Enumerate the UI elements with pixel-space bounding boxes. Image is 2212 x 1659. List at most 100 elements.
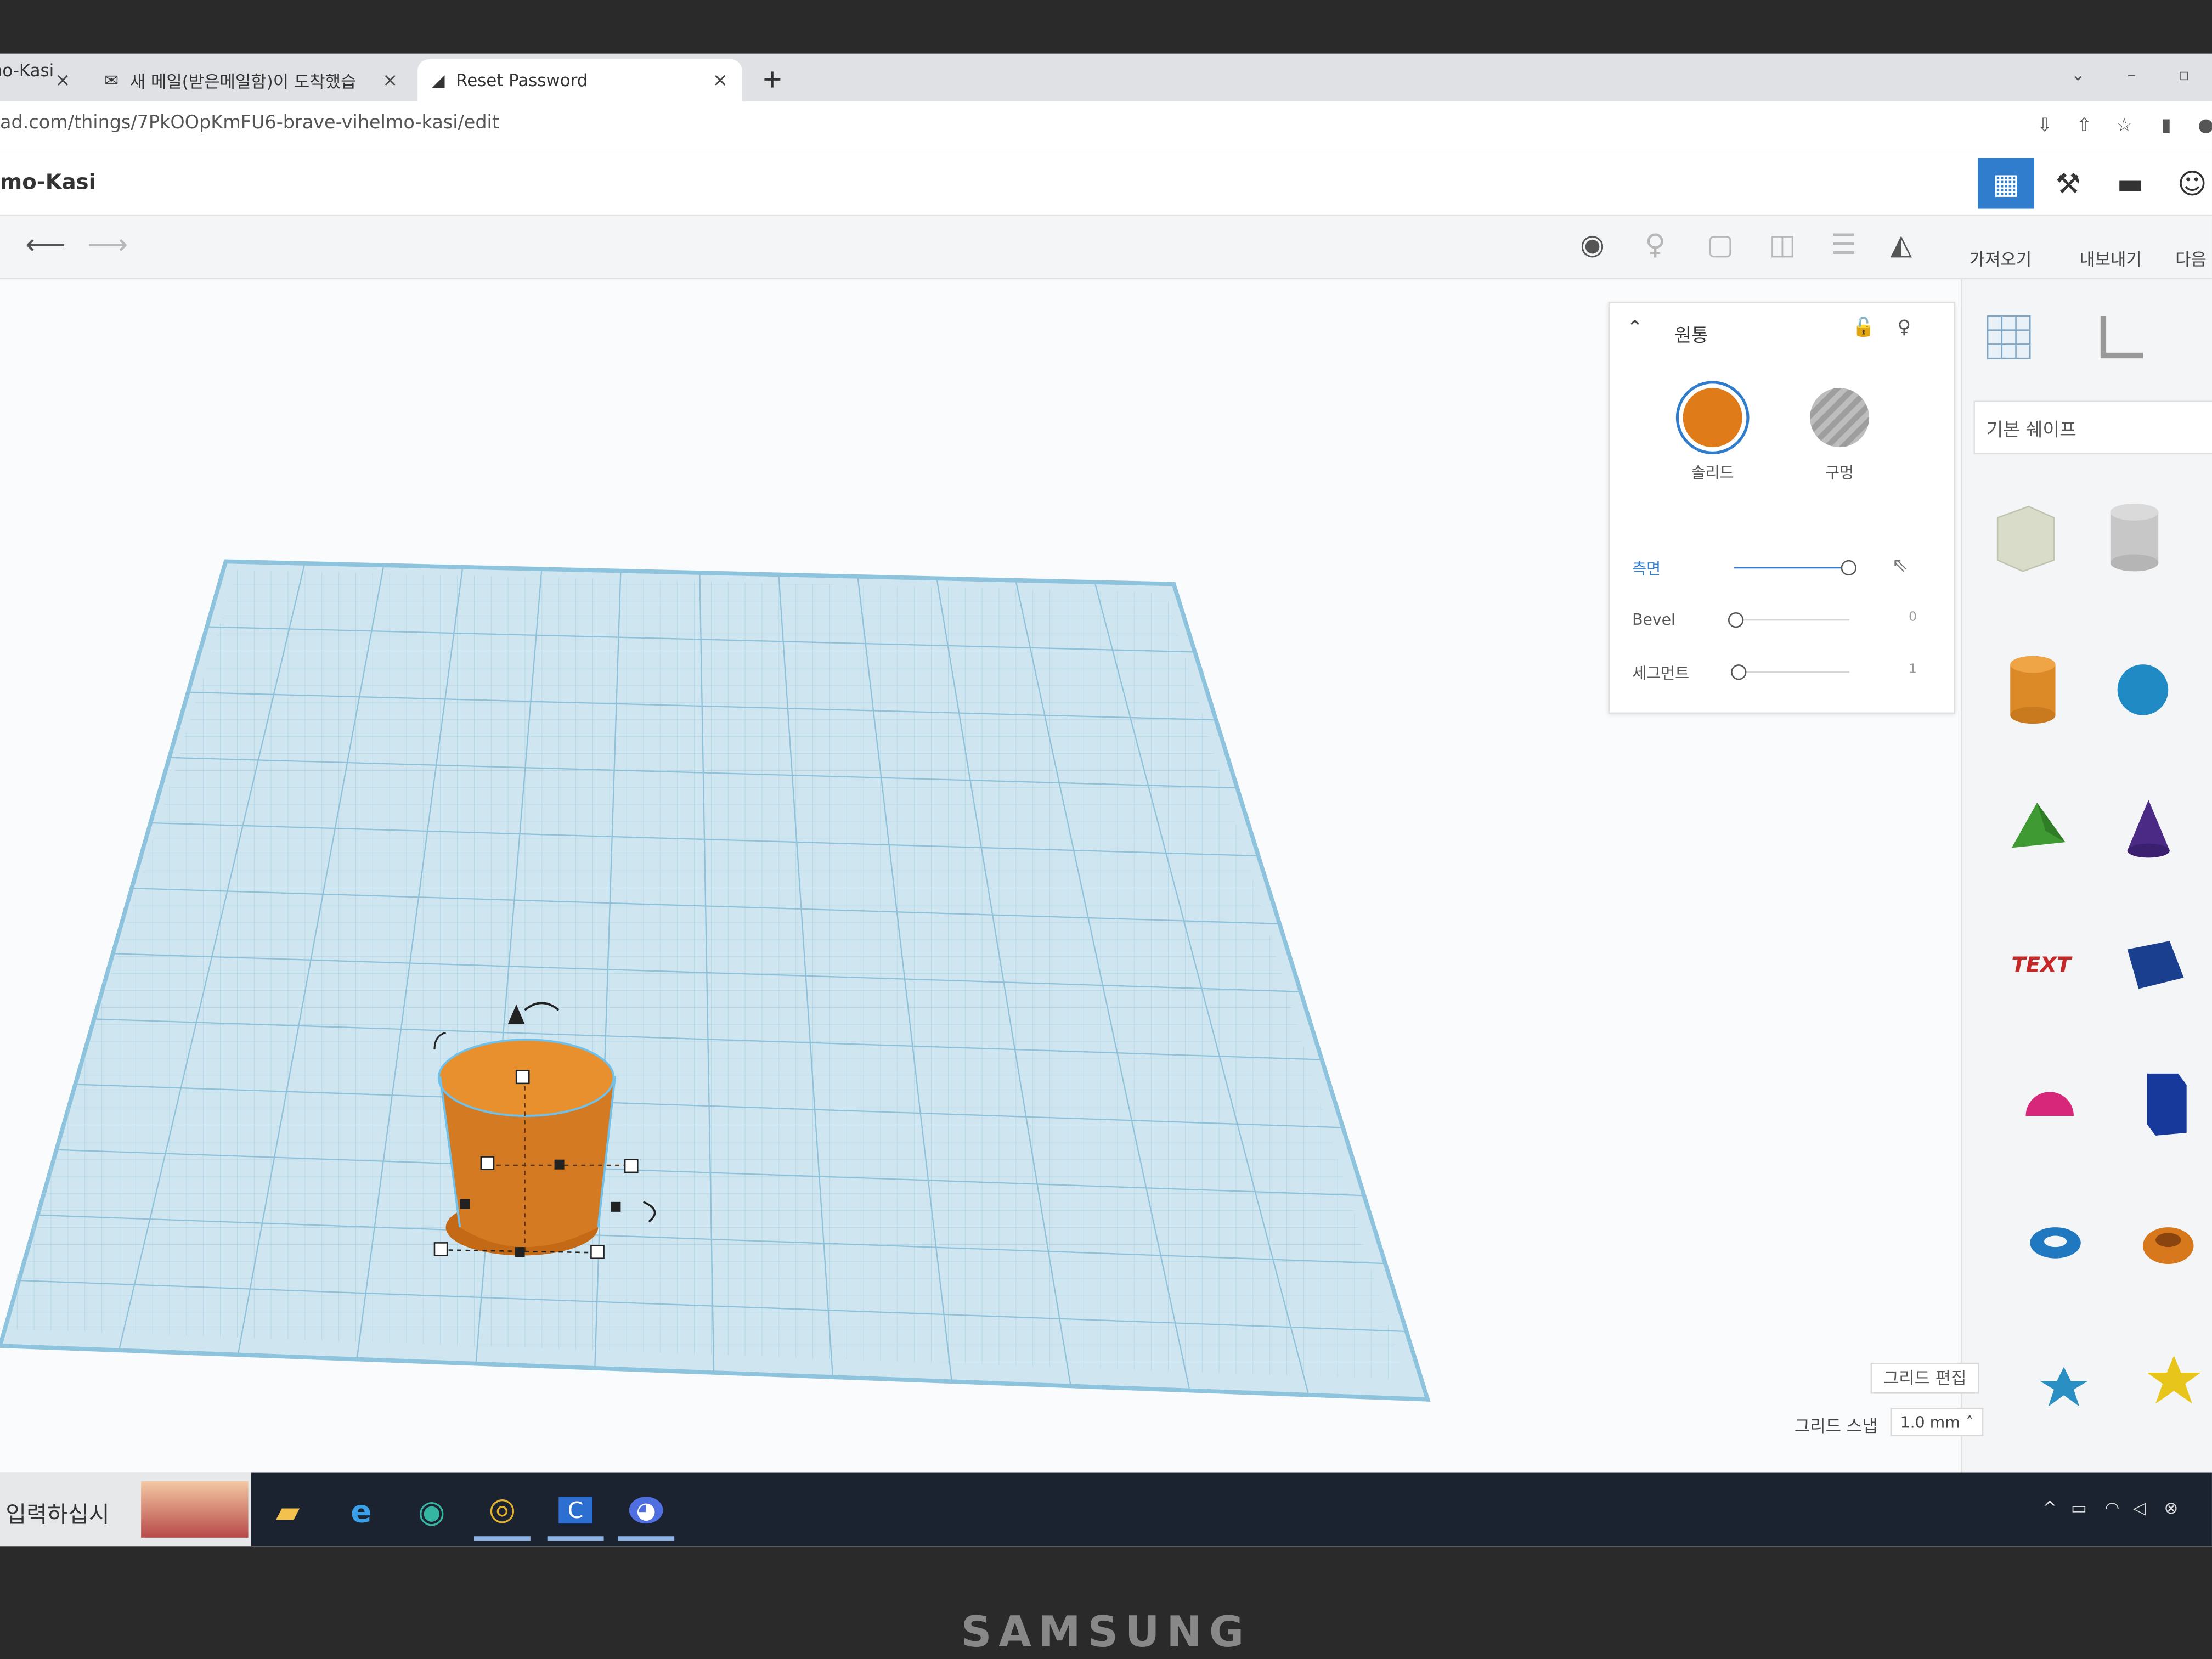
align-icon[interactable]: ☰ (1831, 227, 1857, 261)
wedge-shape[interactable] (2109, 920, 2199, 1011)
import-button[interactable]: 가져오기 (1970, 247, 2032, 271)
sphere-shape[interactable] (2098, 644, 2188, 734)
corner-handle[interactable] (590, 1245, 605, 1259)
cone-shape[interactable] (2103, 782, 2194, 872)
grid-edit-button[interactable]: 그리드 편집 (1870, 1362, 1979, 1394)
taskbar-search[interactable]: 입력하십시 (0, 1472, 251, 1547)
tab-search-icon[interactable]: ⌄ (2071, 65, 2085, 84)
search-placeholder: 입력하십시 (5, 1500, 110, 1528)
yellow-star-shape[interactable] (2129, 1335, 2212, 1425)
cursor-icon: ⇖ (1892, 554, 1909, 577)
grid-view-icon[interactable]: ▦ (1978, 157, 2034, 209)
shape-name: 원통 (1674, 325, 1708, 347)
ungroup-icon[interactable]: ◫ (1769, 227, 1796, 261)
profile-icon[interactable]: ● (2198, 116, 2212, 137)
view-icon[interactable]: ◉ (1580, 227, 1605, 261)
close-icon[interactable]: × (55, 70, 71, 91)
chrome-icon[interactable]: ◎ (473, 1484, 531, 1541)
maximize-icon[interactable]: ▫ (2178, 65, 2190, 84)
tab-label: 새 메일(받은메일함)이 도착했습 (129, 71, 357, 91)
solid-color-swatch[interactable] (1683, 388, 1742, 448)
classting-icon[interactable]: C (547, 1484, 604, 1541)
undo-icon[interactable]: ⟵ (25, 227, 66, 261)
cylinder-shape[interactable] (1988, 644, 2078, 734)
design-title[interactable]: mo-Kasi (0, 170, 96, 195)
user-add-icon[interactable]: ☺ (2164, 158, 2212, 209)
browser-tab-active[interactable]: ◢ Reset Password × (417, 59, 742, 102)
visibility-bulb-icon[interactable]: ♀ (1898, 318, 1911, 339)
half-sphere-shape[interactable] (2005, 1058, 2095, 1149)
file-explorer-icon[interactable]: ▰ (259, 1484, 316, 1541)
light-bulb-icon[interactable]: ♀ (1645, 227, 1666, 261)
sides-slider-knob[interactable] (1841, 560, 1857, 576)
close-icon[interactable]: × (713, 70, 728, 91)
torus-shape[interactable] (2010, 1197, 2101, 1287)
notification-icon[interactable]: ⊗ (2164, 1498, 2179, 1518)
text-shape[interactable]: TEXT (1996, 920, 2087, 1011)
polygon-shape[interactable] (2118, 1058, 2208, 1149)
edge-handle[interactable] (611, 1201, 621, 1212)
new-tab-button[interactable]: + (762, 65, 783, 94)
tray-expand-icon[interactable]: ^ (2042, 1498, 2057, 1518)
volume-muted-icon[interactable]: ◁ (2133, 1498, 2146, 1518)
grid-snap-select[interactable]: 1.0 mm ˄ (1890, 1408, 1984, 1436)
tube-shape[interactable] (2123, 1197, 2212, 1287)
url-text[interactable]: ad.com/things/7PkOOpKmFU6-brave-vihelmo-… (0, 113, 499, 134)
mirror-icon[interactable]: ◭ (1891, 227, 1912, 261)
shape-category-select[interactable]: 기본 쉐이프 (1973, 400, 2212, 454)
pyramid-shape[interactable] (1993, 782, 2084, 872)
bevel-slider-knob[interactable] (1728, 612, 1744, 628)
ruler-tool-icon[interactable] (2092, 308, 2148, 364)
bevel-slider[interactable] (1734, 619, 1850, 621)
box-hole-shape[interactable] (1979, 491, 2070, 582)
group-icon[interactable]: ▢ (1707, 227, 1734, 261)
editor-toolbar: ⟵ ⟶ ◉ ♀ ▢ ◫ ☰ ◭ 가져오기 내보내기 다음 (0, 216, 2212, 280)
pickaxe-icon[interactable]: ⚒ (2040, 158, 2096, 209)
side-handle[interactable] (480, 1156, 495, 1170)
wifi-icon[interactable]: ◠ (2105, 1498, 2120, 1518)
app-header: mo-Kasi ▦ ⚒ ▬ ☺ (0, 152, 2212, 216)
minimize-icon[interactable]: – (2128, 65, 2136, 84)
bookmark-star-icon[interactable]: ☆ (2116, 116, 2132, 137)
bricks-icon[interactable]: ▬ (2102, 158, 2158, 209)
share-icon[interactable]: ⇧ (2076, 116, 2092, 137)
collapse-chevron-icon[interactable]: ⌃ (1627, 318, 1643, 340)
sides-slider[interactable] (1734, 567, 1850, 569)
next-button[interactable]: 다음 (2175, 247, 2207, 271)
game-icon[interactable]: ◕ (618, 1484, 675, 1541)
lock-icon[interactable]: 🔓 (1852, 318, 1875, 339)
browser-tab[interactable]: mo-Kasi | × (0, 59, 84, 101)
laptop-brand-logo: SAMSUNG (961, 1608, 1251, 1658)
redo-icon[interactable]: ⟶ (87, 227, 128, 261)
segments-slider-knob[interactable] (1731, 664, 1747, 680)
cylinder-hole-shape[interactable] (2089, 491, 2180, 582)
segments-slider[interactable] (1734, 671, 1850, 673)
star-shape[interactable] (2019, 1340, 2109, 1431)
caret-up-icon: ˄ (1966, 1413, 1974, 1432)
internet-explorer-icon[interactable]: e (333, 1484, 390, 1541)
tinkercad-icon: ◢ (431, 70, 445, 91)
center-handle[interactable] (554, 1159, 565, 1170)
bevel-value[interactable]: 0 (1909, 611, 1917, 625)
workplane-tool-icon[interactable] (1982, 308, 2039, 364)
hole-swatch[interactable] (1810, 388, 1870, 448)
keyboard-icon[interactable]: ▭ (2071, 1498, 2087, 1518)
edge-icon[interactable]: ◉ (403, 1484, 460, 1541)
browser-tab[interactable]: ✉ 새 메일(받은메일함)이 도착했습 × (91, 59, 412, 101)
segments-value[interactable]: 1 (1909, 663, 1917, 678)
windows-taskbar: 입력하십시 ▰ e ◉ ◎ C ◕ ^ ▭ ◠ ◁ ⊗ (0, 1472, 2212, 1547)
top-handle[interactable] (515, 1070, 530, 1085)
export-button[interactable]: 내보내기 (2079, 247, 2142, 271)
install-icon[interactable]: ⇩ (2037, 116, 2052, 137)
edge-handle[interactable] (460, 1199, 470, 1209)
shape-library: 기본 쉐이프 TEXT (1961, 279, 2212, 1547)
close-icon[interactable]: × (382, 70, 398, 91)
edge-handle[interactable] (515, 1247, 525, 1257)
hole-label: 구멍 (1825, 464, 1854, 483)
side-handle[interactable] (624, 1159, 639, 1173)
address-bar[interactable]: ad.com/things/7PkOOpKmFU6-brave-vihelmo-… (0, 101, 2212, 154)
photo-frame: mo-Kasi | × ✉ 새 메일(받은메일함)이 도착했습 × ◢ Rese… (0, 0, 2212, 1659)
side-panel-icon[interactable]: ▮ (2161, 116, 2171, 137)
grid-snap-label: 그리드 스냅 (1794, 1416, 1878, 1436)
corner-handle[interactable] (433, 1242, 448, 1256)
